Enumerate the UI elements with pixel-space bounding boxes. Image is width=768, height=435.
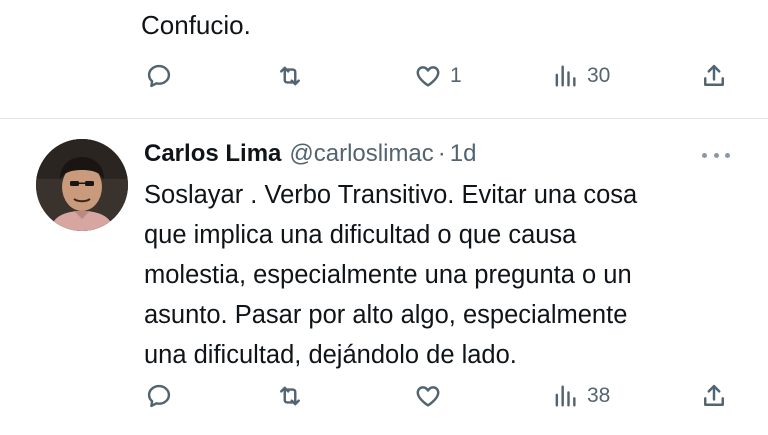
previous-tweet-text: Confucio.: [141, 10, 251, 40]
views-icon: [555, 385, 576, 407]
tweet-header: Carlos Lima @carloslimac · 1d: [144, 137, 476, 171]
tweet-timestamp[interactable]: 1d: [450, 140, 477, 168]
retweet-icon: [280, 66, 300, 86]
tweet-action-bar: 38: [0, 376, 768, 416]
author-handle[interactable]: @carloslimac: [289, 140, 433, 168]
avatar-image: [36, 139, 128, 231]
retweet-button[interactable]: [276, 376, 312, 416]
view-count: 30: [587, 64, 611, 87]
previous-tweet-action-bar: 1 30: [0, 56, 768, 96]
share-button[interactable]: [700, 376, 728, 416]
view-count: 38: [587, 384, 611, 407]
heart-icon: [416, 66, 440, 87]
reply-icon: [147, 384, 171, 408]
views-button[interactable]: 38: [551, 376, 610, 416]
more-icon-dot: [725, 152, 730, 158]
reply-button[interactable]: [145, 56, 181, 96]
share-button[interactable]: [700, 56, 728, 96]
like-count: 1: [450, 64, 462, 87]
tweet-text: Soslayar . Verbo Transitivo. Evitar una …: [144, 181, 638, 369]
header-separator: ·: [437, 140, 446, 167]
retweet-button[interactable]: [276, 56, 312, 96]
reply-icon: [147, 64, 171, 88]
more-icon-dot: [713, 152, 719, 158]
like-button[interactable]: [414, 376, 450, 416]
views-button[interactable]: 30: [551, 56, 610, 96]
avatar[interactable]: [36, 139, 128, 231]
more-button[interactable]: [702, 145, 730, 165]
like-button[interactable]: 1: [414, 56, 462, 96]
retweet-icon: [280, 386, 300, 406]
more-icon: [702, 152, 707, 158]
heart-icon: [416, 386, 440, 407]
share-icon: [704, 384, 724, 406]
reply-button[interactable]: [145, 376, 181, 416]
share-icon: [704, 64, 724, 86]
views-icon: [555, 65, 576, 87]
author-display-name[interactable]: Carlos Lima: [144, 140, 281, 168]
